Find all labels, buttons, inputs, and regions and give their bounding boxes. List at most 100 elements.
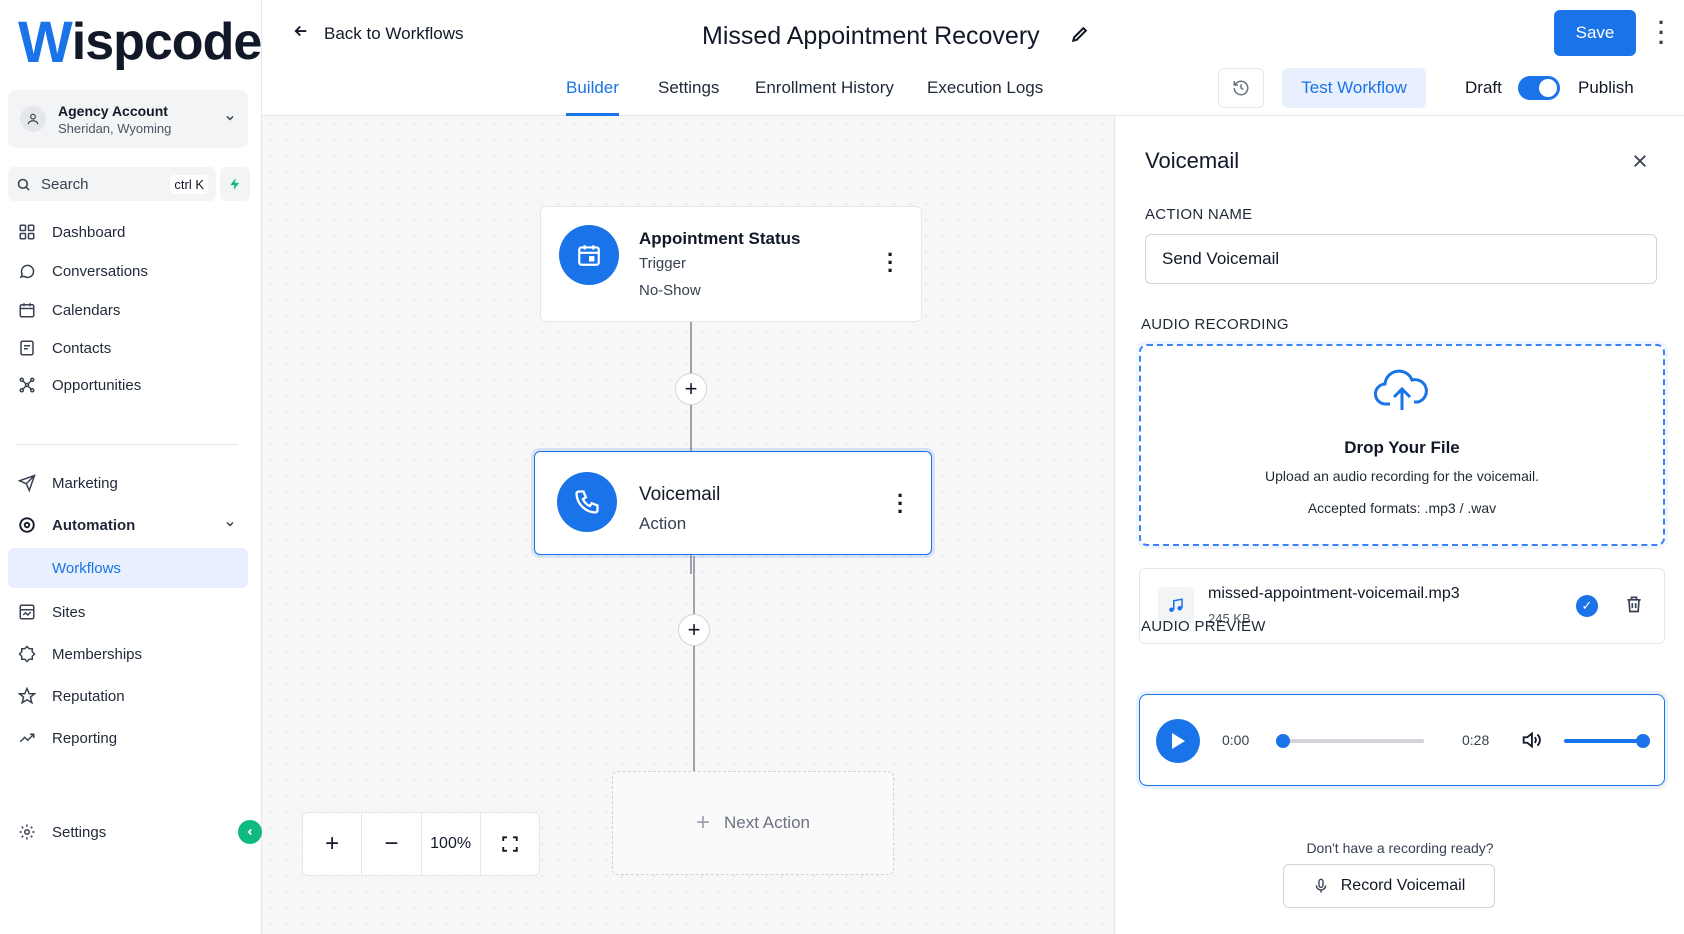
- volume-slider[interactable]: [1564, 734, 1650, 748]
- voicemail-action-node[interactable]: Voicemail Action · · ·: [534, 451, 932, 555]
- account-location: Sheridan, Wyoming: [58, 120, 172, 136]
- chevron-down-icon: [224, 518, 236, 533]
- network-icon: [16, 374, 38, 396]
- action-title: Voicemail: [639, 484, 721, 505]
- audio-preview-label: AUDIO PREVIEW: [1141, 618, 1266, 635]
- account-name: Agency Account: [58, 102, 168, 119]
- close-icon[interactable]: [1631, 150, 1649, 176]
- search-bar[interactable]: Search ctrl K: [8, 167, 216, 201]
- workflow-title: Missed Appointment Recovery: [702, 22, 1040, 50]
- volume-icon[interactable]: [1520, 729, 1542, 756]
- calendar-icon: [16, 299, 38, 321]
- add-step-button[interactable]: +: [678, 614, 710, 646]
- nav-sites[interactable]: Sites: [8, 592, 248, 632]
- trash-icon[interactable]: [1624, 593, 1644, 620]
- chat-bubble-icon: [16, 260, 38, 282]
- total-duration: 0:28: [1462, 732, 1490, 748]
- audio-player: 0:00 0:28: [1139, 694, 1665, 786]
- no-recording-prompt: Don't have a recording ready?: [1306, 840, 1494, 856]
- action-name-input[interactable]: [1145, 234, 1657, 284]
- record-voicemail-button[interactable]: Record Voicemail: [1283, 864, 1495, 908]
- phone-icon: [557, 472, 617, 532]
- audio-dropzone[interactable]: Drop Your File Upload an audio recording…: [1139, 344, 1665, 546]
- search-icon: [16, 177, 31, 192]
- nav-reporting[interactable]: Reporting: [8, 718, 248, 758]
- zoom-in-button[interactable]: +: [303, 813, 363, 875]
- bolt-icon: [230, 178, 240, 190]
- nav-workflows[interactable]: Workflows: [8, 548, 248, 588]
- play-button[interactable]: [1156, 719, 1200, 763]
- nav-automation[interactable]: Automation: [8, 505, 248, 545]
- trigger-title: Appointment Status: [639, 229, 801, 248]
- nav-marketing[interactable]: Marketing: [8, 463, 248, 503]
- nav-label: Workflows: [52, 559, 121, 577]
- tab-execution-logs[interactable]: Execution Logs: [927, 78, 1043, 116]
- dropzone-formats: Accepted formats: .mp3 / .wav: [1307, 500, 1497, 516]
- nav-dashboard[interactable]: Dashboard: [8, 212, 248, 252]
- sidebar-divider: [16, 444, 238, 445]
- action-name-label: ACTION NAME: [1145, 206, 1253, 223]
- nav-opportunities[interactable]: Opportunities: [8, 365, 248, 405]
- nav-conversations[interactable]: Conversations: [8, 251, 248, 291]
- nav-label: Reporting: [52, 729, 118, 747]
- history-icon: [1233, 80, 1249, 96]
- back-label: Back to Workflows: [324, 24, 464, 43]
- automation-icon: [16, 514, 38, 536]
- workflow-canvas[interactable]: Appointment Status Trigger No-Show · · · +…: [262, 116, 1114, 934]
- publish-toggle[interactable]: [1518, 76, 1560, 100]
- tab-settings[interactable]: Settings: [658, 78, 719, 116]
- nav-indent: [16, 557, 38, 579]
- nav-label: Reputation: [52, 687, 125, 705]
- progress-slider[interactable]: [1276, 734, 1424, 748]
- account-switcher[interactable]: Agency Account Sheridan, Wyoming: [8, 90, 248, 148]
- add-step-button[interactable]: +: [675, 373, 707, 405]
- fullscreen-icon: [502, 836, 518, 852]
- nav-label: Conversations: [52, 262, 148, 280]
- next-action-placeholder[interactable]: + Next Action: [612, 771, 894, 875]
- nav-label: Marketing: [52, 474, 118, 492]
- check-circle-icon: ✓: [1576, 595, 1598, 617]
- version-history-button[interactable]: [1218, 68, 1264, 108]
- tab-enrollment-history[interactable]: Enrollment History: [755, 78, 894, 116]
- chevron-left-icon: [247, 828, 252, 836]
- nav-memberships[interactable]: Memberships: [8, 634, 248, 674]
- save-button[interactable]: Save: [1554, 10, 1636, 56]
- file-name: missed-appointment-voicemail.mp3: [1208, 585, 1460, 602]
- trigger-detail: No-Show: [639, 282, 701, 299]
- send-icon: [16, 472, 38, 494]
- progress-knob[interactable]: [1276, 734, 1290, 748]
- sites-icon: [16, 601, 38, 623]
- zoom-out-button[interactable]: −: [362, 813, 422, 875]
- volume-knob[interactable]: [1636, 734, 1650, 748]
- search-shortcut: ctrl K: [170, 174, 208, 194]
- dropzone-subtitle: Upload an audio recording for the voicem…: [1265, 468, 1539, 484]
- brand-logo[interactable]: Wispcode: [18, 10, 262, 75]
- account-icon: [20, 106, 46, 132]
- nav-contacts[interactable]: Contacts: [8, 328, 248, 368]
- more-options-icon[interactable]: · · ·: [1658, 12, 1665, 54]
- nav-calendars[interactable]: Calendars: [8, 290, 248, 330]
- trigger-type: Trigger: [639, 255, 686, 272]
- quick-actions-button[interactable]: [220, 167, 250, 201]
- node-menu-icon[interactable]: · · ·: [887, 244, 894, 282]
- nav-label: Sites: [52, 603, 86, 621]
- collapse-sidebar-button[interactable]: [238, 820, 262, 844]
- arrow-left-icon: [292, 22, 310, 46]
- logo-text: ispcode: [71, 13, 262, 71]
- star-icon: [16, 685, 38, 707]
- nav-reputation[interactable]: Reputation: [8, 676, 248, 716]
- fit-to-screen-button[interactable]: [481, 813, 539, 875]
- play-icon: [1172, 733, 1185, 749]
- action-type: Action: [639, 514, 687, 533]
- test-workflow-button[interactable]: Test Workflow: [1282, 68, 1426, 108]
- draft-label: Draft: [1465, 78, 1502, 97]
- pencil-icon[interactable]: [1070, 24, 1090, 50]
- panel-title: Voicemail: [1145, 148, 1240, 173]
- sidebar: Wispcode Agency Account Sheridan, Wyomin…: [0, 0, 262, 934]
- tab-builder[interactable]: Builder: [566, 78, 619, 116]
- node-menu-icon[interactable]: · · ·: [897, 485, 904, 523]
- nav-settings[interactable]: Settings: [8, 812, 248, 852]
- back-to-workflows-link[interactable]: Back to Workflows: [292, 22, 464, 46]
- current-time: 0:00: [1222, 732, 1250, 748]
- trigger-node[interactable]: Appointment Status Trigger No-Show · · ·: [540, 206, 922, 322]
